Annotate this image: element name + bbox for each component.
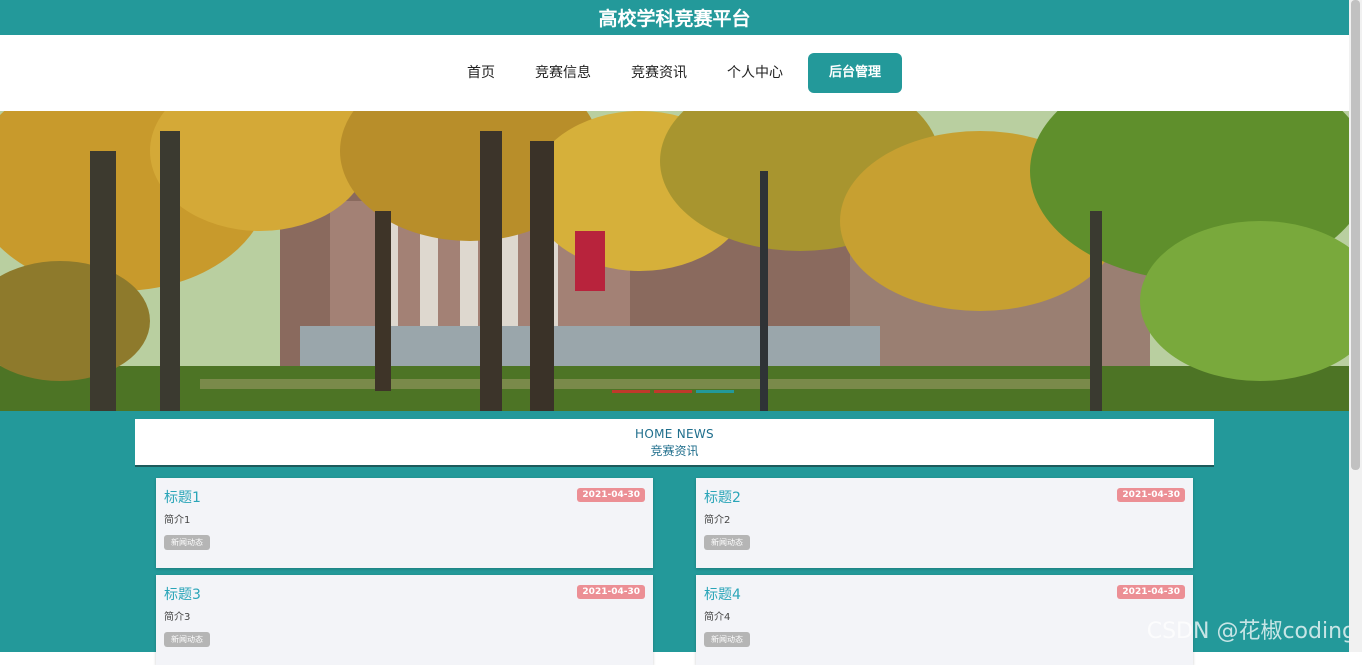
nav-personal-center[interactable]: 个人中心 <box>707 53 803 93</box>
section-title-cn: 竞赛资讯 <box>650 444 699 458</box>
nav-home[interactable]: 首页 <box>447 53 515 93</box>
news-tag: 新闻动态 <box>704 632 750 647</box>
carousel-dot[interactable] <box>612 390 650 393</box>
news-card[interactable]: 标题1 2021-04-30 简介1 新闻动态 <box>156 478 653 568</box>
news-title[interactable]: 标题4 <box>704 584 741 604</box>
csdn-watermark: CSDN @花椒coding <box>1146 619 1356 644</box>
site-header: 高校学科竞赛平台 <box>0 0 1349 35</box>
news-title[interactable]: 标题1 <box>164 487 201 507</box>
campus-banner-image <box>0 111 1349 411</box>
carousel-dot[interactable] <box>654 390 692 393</box>
news-description: 简介1 <box>164 515 191 526</box>
news-description: 简介2 <box>704 515 731 526</box>
section-title-en: HOME NEWS <box>635 427 714 441</box>
news-title[interactable]: 标题2 <box>704 487 741 507</box>
main-nav: 首页 竞赛信息 竞赛资讯 个人中心 后台管理 <box>0 35 1349 111</box>
news-title[interactable]: 标题3 <box>164 584 201 604</box>
news-date-badge: 2021-04-30 <box>577 585 645 599</box>
news-description: 简介4 <box>704 612 731 623</box>
news-date-badge: 2021-04-30 <box>577 488 645 502</box>
page-scrollbar[interactable] <box>1349 0 1362 652</box>
carousel-indicators <box>612 390 734 393</box>
carousel-dot-active[interactable] <box>696 390 734 393</box>
news-tag: 新闻动态 <box>704 535 750 550</box>
news-date-badge: 2021-04-30 <box>1117 488 1185 502</box>
news-tag: 新闻动态 <box>164 632 210 647</box>
nav-competition-info[interactable]: 竞赛信息 <box>515 53 611 93</box>
scrollbar-thumb[interactable] <box>1351 0 1360 470</box>
news-date-badge: 2021-04-30 <box>1117 585 1185 599</box>
nav-admin-button[interactable]: 后台管理 <box>807 53 902 93</box>
site-title: 高校学科竞赛平台 <box>598 8 751 30</box>
news-card[interactable]: 标题2 2021-04-30 简介2 新闻动态 <box>696 478 1193 568</box>
section-heading: HOME NEWS 竞赛资讯 <box>135 419 1214 467</box>
news-tag: 新闻动态 <box>164 535 210 550</box>
nav-competition-news[interactable]: 竞赛资讯 <box>611 53 707 93</box>
news-description: 简介3 <box>164 612 191 623</box>
